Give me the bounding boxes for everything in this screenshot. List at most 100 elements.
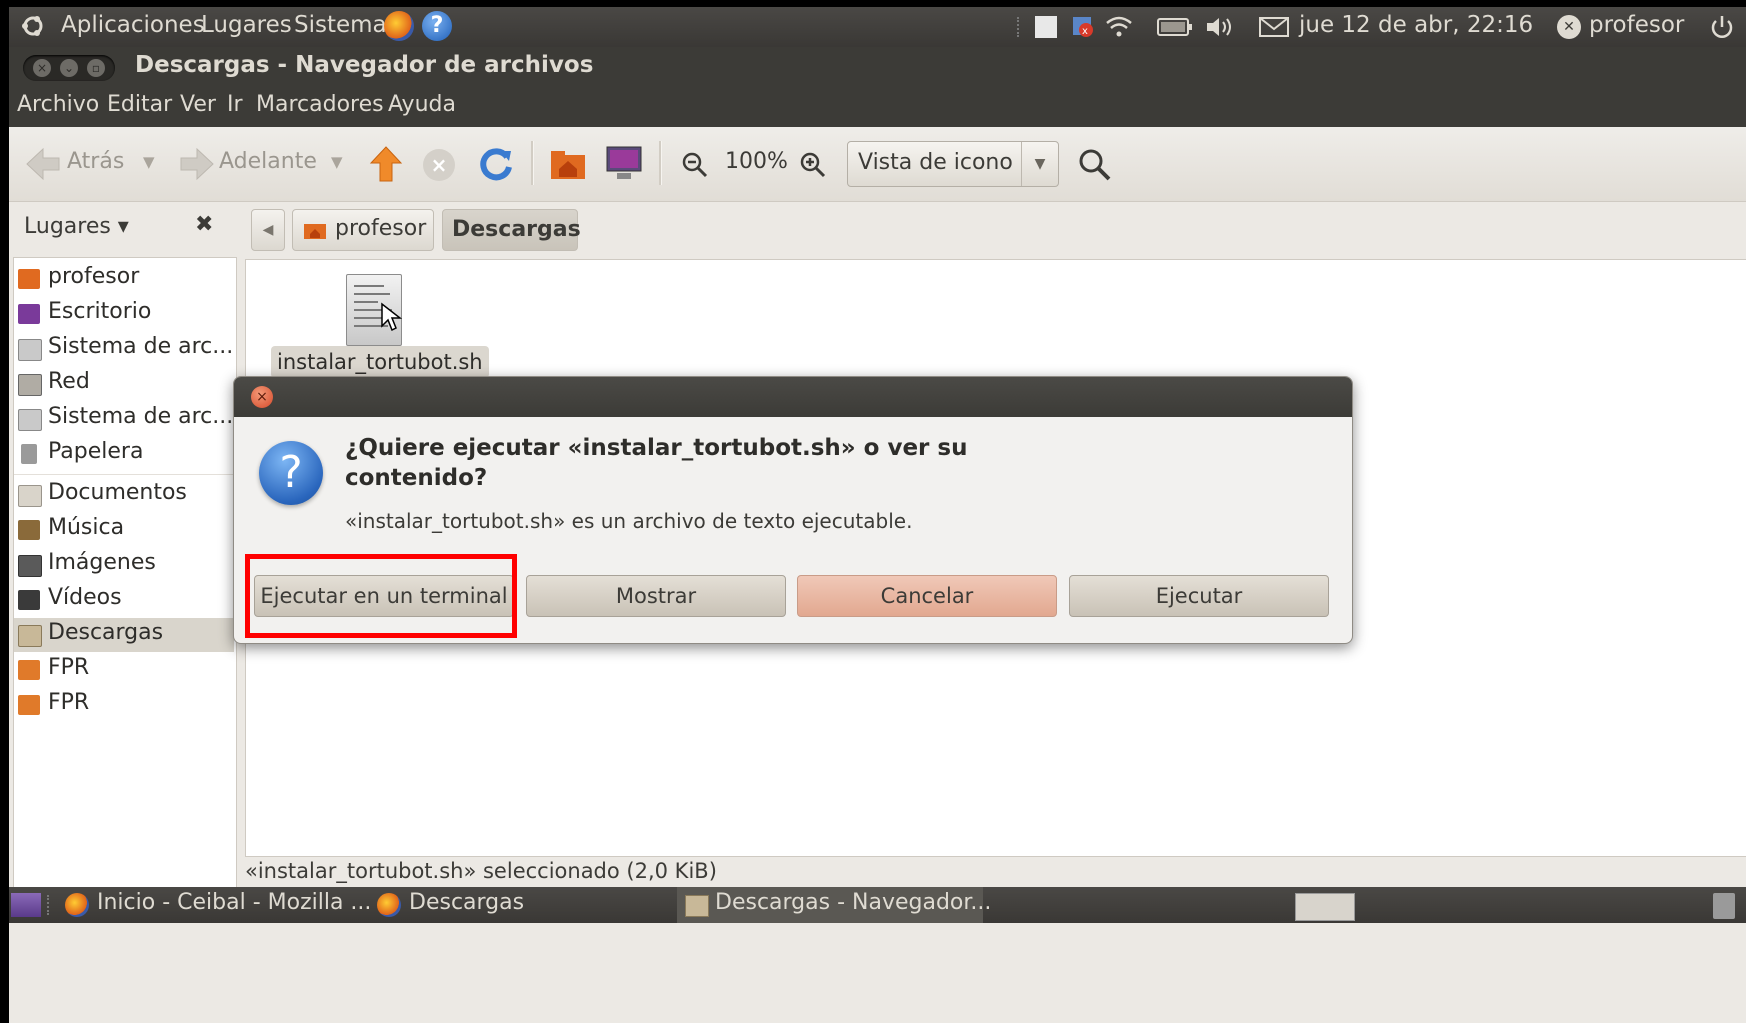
window-minimize-icon[interactable]: ⌄ xyxy=(60,59,78,77)
ubuntu-logo-icon[interactable] xyxy=(21,14,45,38)
firefox-launcher-icon[interactable] xyxy=(384,11,414,41)
chevron-down-icon[interactable]: ▼ xyxy=(1021,142,1058,186)
sidebar-item-fpr-2[interactable]: FPR xyxy=(14,688,234,722)
sidebar-item-escritorio[interactable]: Escritorio xyxy=(14,297,234,331)
sidebar-item-descargas[interactable]: Descargas xyxy=(14,618,234,652)
breadcrumb-profesor[interactable]: profesor xyxy=(292,209,434,251)
dialog-heading: ¿Quiere ejecutar «instalar_tortubot.sh» … xyxy=(345,435,968,491)
breadcrumb-left-arrow-icon[interactable]: ◀ xyxy=(251,209,285,251)
user-status-icon[interactable]: ✕ xyxy=(1557,15,1581,39)
forward-history-dropdown-icon[interactable]: ▼ xyxy=(331,153,343,171)
sidebar-item-label: Sistema de arc... xyxy=(48,404,234,429)
menu-lugares[interactable]: Lugares xyxy=(201,12,292,38)
view-mode-select[interactable]: Vista de icono ▼ xyxy=(847,141,1059,187)
stop-icon[interactable]: × xyxy=(423,149,455,181)
drive-icon xyxy=(18,339,42,361)
run-button[interactable]: Ejecutar xyxy=(1069,575,1329,617)
sidebar-item-filesystem-2[interactable]: Sistema de arc... xyxy=(14,402,234,436)
window-maximize-icon[interactable]: ▫ xyxy=(87,59,105,77)
cancel-button[interactable]: Cancelar xyxy=(797,575,1057,617)
zoom-in-icon[interactable] xyxy=(799,151,827,179)
documents-folder-icon xyxy=(18,485,42,507)
forward-button[interactable]: Adelante xyxy=(219,149,317,174)
menu-sistema[interactable]: Sistema xyxy=(294,12,387,38)
drive-icon xyxy=(18,409,42,431)
window-controls: × ⌄ ▫ xyxy=(23,55,115,81)
toolbar-separator xyxy=(659,141,662,185)
sidebar-item-label: FPR xyxy=(48,690,90,715)
up-arrow-icon[interactable] xyxy=(369,145,403,183)
firefox-icon xyxy=(65,893,89,917)
sidebar-item-red[interactable]: Red xyxy=(14,367,234,401)
window-title: Descargas - Navegador de archivos xyxy=(135,52,594,78)
menu-editar[interactable]: Editar xyxy=(107,92,172,117)
sidebar-item-papelera[interactable]: Papelera xyxy=(14,437,234,471)
search-icon[interactable] xyxy=(1077,147,1113,183)
window-titlebar[interactable]: × ⌄ ▫ Descargas - Navegador de archivos xyxy=(9,47,1746,87)
menu-ir[interactable]: Ir xyxy=(227,92,243,117)
taskbar-separator xyxy=(47,895,53,915)
question-icon: ? xyxy=(259,441,323,505)
breadcrumb-label: profesor xyxy=(335,216,427,241)
menu-ver[interactable]: Ver xyxy=(180,92,216,117)
sidebar-item-fpr[interactable]: FPR xyxy=(14,653,234,687)
forward-arrow-icon[interactable] xyxy=(179,147,215,181)
menu-aplicaciones[interactable]: Aplicaciones xyxy=(61,12,205,38)
tray-separator xyxy=(1017,17,1023,37)
battery-icon[interactable] xyxy=(1157,17,1193,37)
zoom-out-icon[interactable] xyxy=(681,151,709,179)
music-folder-icon xyxy=(18,520,40,540)
sidebar-item-documentos[interactable]: Documentos xyxy=(14,478,234,512)
notification-box-icon[interactable] xyxy=(1035,16,1057,38)
sidebar-item-videos[interactable]: Vídeos xyxy=(14,583,234,617)
help-launcher-icon[interactable]: ? xyxy=(422,11,452,41)
home-folder-icon[interactable] xyxy=(549,147,587,181)
workspace-switcher[interactable] xyxy=(1295,893,1355,921)
show-desktop-icon[interactable] xyxy=(11,893,41,917)
network-icon xyxy=(18,374,42,396)
reload-icon[interactable] xyxy=(477,145,515,183)
sidebar-item-label: FPR xyxy=(48,655,90,680)
menu-bar: Archivo Editar Ver Ir Marcadores Ayuda xyxy=(9,87,1746,127)
dialog-close-icon[interactable]: × xyxy=(251,386,273,408)
back-arrow-icon[interactable] xyxy=(25,147,61,181)
firefox-icon xyxy=(377,893,401,917)
display-button[interactable]: Mostrar xyxy=(526,575,786,617)
volume-icon[interactable] xyxy=(1205,15,1239,39)
window-close-icon[interactable]: × xyxy=(33,59,51,77)
menu-archivo[interactable]: Archivo xyxy=(17,92,99,117)
task-firefox[interactable]: Inicio - Ceibal - Mozilla ... xyxy=(59,887,371,923)
places-dropdown[interactable]: Lugares ▾ xyxy=(24,214,129,239)
clock-datetime[interactable]: jue 12 de abr, 22:16 xyxy=(1299,12,1533,38)
breadcrumb-descargas[interactable]: Descargas xyxy=(442,209,581,251)
folder-icon xyxy=(18,695,40,715)
menu-ayuda[interactable]: Ayuda xyxy=(388,92,456,117)
sidebar-item-profesor[interactable]: profesor xyxy=(14,262,234,296)
file-name-label[interactable]: instalar_tortubot.sh xyxy=(271,346,489,378)
sidebar-item-label: Sistema de arc... xyxy=(48,334,234,359)
task-descargas-firefox[interactable]: Descargas xyxy=(371,887,671,923)
sidebar-item-filesystem[interactable]: Sistema de arc... xyxy=(14,332,234,366)
sidebar-item-label: Escritorio xyxy=(48,299,152,324)
sidebar-item-label: Papelera xyxy=(48,439,144,464)
mail-icon[interactable] xyxy=(1259,17,1289,37)
highlight-box xyxy=(245,554,517,638)
back-history-dropdown-icon[interactable]: ▼ xyxy=(143,153,155,171)
trash-icon[interactable] xyxy=(1713,893,1735,919)
videos-folder-icon xyxy=(18,590,40,610)
user-name[interactable]: profesor xyxy=(1589,12,1684,38)
wifi-icon[interactable] xyxy=(1105,15,1133,39)
power-icon[interactable] xyxy=(1709,14,1735,40)
computer-icon[interactable] xyxy=(605,145,643,181)
update-manager-icon[interactable]: x xyxy=(1071,15,1095,39)
close-sidebar-icon[interactable]: ✖ xyxy=(195,212,213,237)
back-button[interactable]: Atrás xyxy=(67,149,124,174)
menu-marcadores[interactable]: Marcadores xyxy=(256,92,384,117)
sidebar-item-musica[interactable]: Música xyxy=(14,513,234,547)
dialog-titlebar[interactable]: × xyxy=(234,377,1352,417)
task-label: Descargas - Navegador... xyxy=(715,890,992,915)
sidebar-item-imagenes[interactable]: Imágenes xyxy=(14,548,234,582)
sidebar-item-label: profesor xyxy=(48,264,140,289)
task-file-browser[interactable]: Descargas - Navegador... xyxy=(677,887,991,923)
dialog-message: «instalar_tortubot.sh» es un archivo de … xyxy=(345,509,913,533)
